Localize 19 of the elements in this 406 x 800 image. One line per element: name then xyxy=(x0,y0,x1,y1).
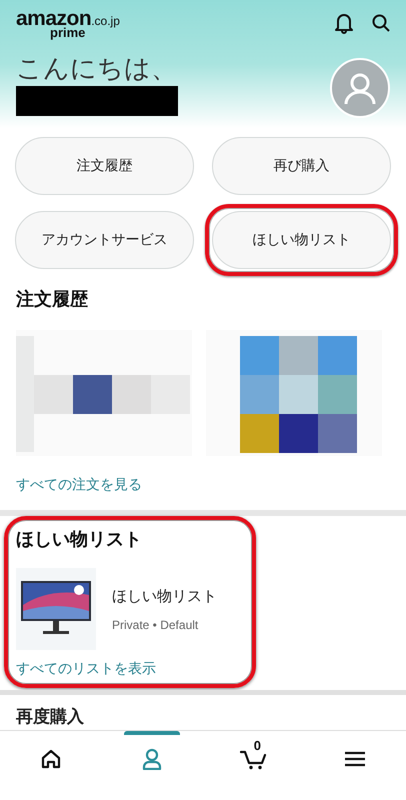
view-all-lists-link[interactable]: すべてのリストを表示 xyxy=(16,660,156,678)
section-title: 再度購入 xyxy=(16,707,85,727)
section-title: 注文履歴 xyxy=(16,288,89,311)
search-icon[interactable] xyxy=(372,14,390,32)
cart-tab[interactable]: 0 xyxy=(226,731,282,783)
shortcut-button[interactable]: 注文履歴 xyxy=(15,137,194,195)
greeting-text: こんにちは、 xyxy=(16,52,178,84)
shortcut-button[interactable]: アカウントサービス xyxy=(15,211,194,269)
shortcut-button[interactable]: ほしい物リスト xyxy=(212,211,391,269)
person-icon xyxy=(142,748,162,770)
amazon-prime-logo[interactable]: amazon.co.jp prime xyxy=(16,8,120,38)
list-name[interactable]: ほしい物リスト xyxy=(112,586,217,606)
shortcut-button[interactable]: 再び購入 xyxy=(212,137,391,195)
menu-icon xyxy=(345,751,366,767)
section-title: ほしい物リスト xyxy=(16,528,143,551)
view-all-orders-link[interactable]: すべての注文を見る xyxy=(16,476,142,494)
list-privacy-text: Private • Default xyxy=(112,618,200,632)
home-icon xyxy=(40,749,61,769)
bell-icon[interactable] xyxy=(334,12,354,34)
